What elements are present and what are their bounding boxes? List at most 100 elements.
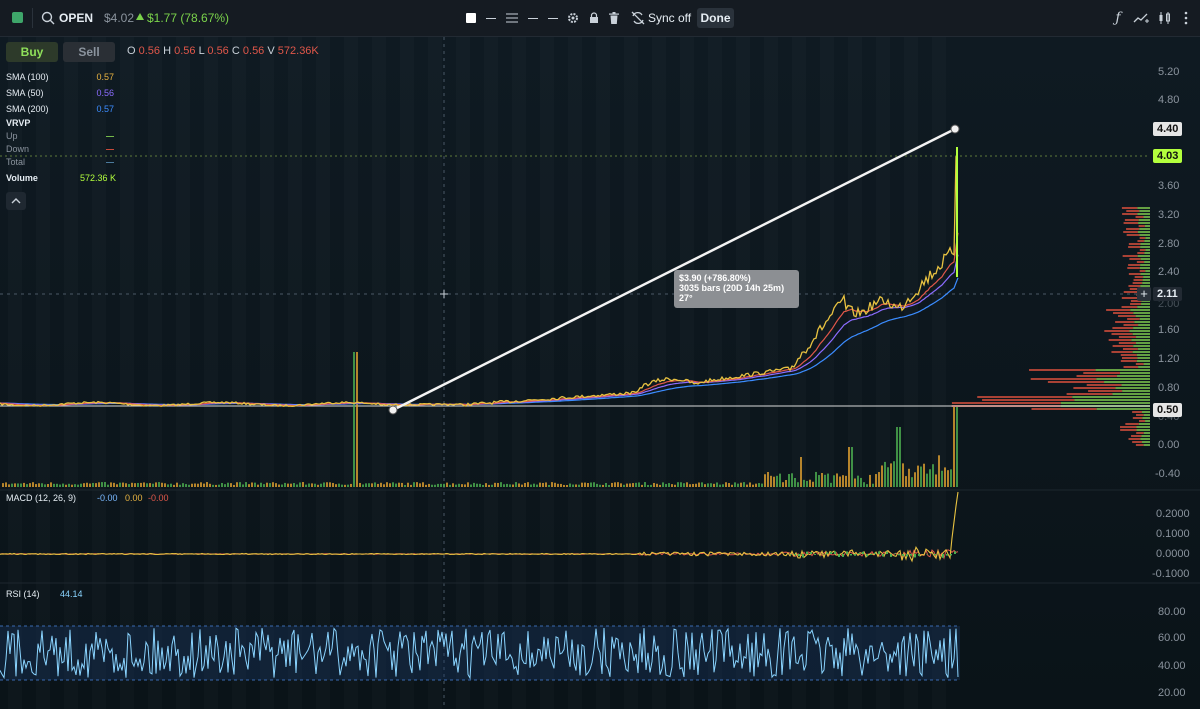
trendline-end-handle[interactable] [950, 124, 960, 134]
volume-bar [461, 484, 463, 487]
macd-histogram-bar [894, 553, 896, 554]
sma100-label[interactable]: SMA (100) [6, 72, 49, 82]
trendline-start-handle[interactable] [388, 405, 398, 415]
volume-bar [404, 484, 406, 487]
vrvp-down-bar [1135, 363, 1144, 365]
volume-bar [338, 483, 340, 487]
volume-bar [380, 482, 382, 487]
volume-bar [320, 483, 322, 487]
volume-bar [794, 477, 796, 487]
chart-type-icon[interactable] [1157, 9, 1173, 27]
volume-bar [47, 483, 49, 487]
volume-bar [845, 475, 847, 487]
price-chart[interactable] [0, 37, 1200, 709]
vrvp-up-bar [1140, 264, 1150, 266]
volume-bar [428, 483, 430, 487]
session-stripe [176, 37, 190, 709]
volume-bar [821, 472, 823, 487]
ohlc-open: 0.56 [138, 45, 161, 57]
axis-label-0.00: 0.00 [1158, 439, 1180, 451]
sma200-label[interactable]: SMA (200) [6, 104, 49, 114]
ohlc-volume: 572.36K [277, 45, 319, 57]
trash-icon[interactable] [607, 9, 621, 27]
volume-bar [935, 474, 937, 487]
vrvp-label[interactable]: VRVP [6, 118, 30, 128]
sell-button[interactable]: Sell [63, 42, 115, 62]
macd-axis-0.1: 0.1000 [1156, 528, 1190, 540]
axis-label-1.60: 1.60 [1158, 324, 1180, 336]
volume-bar [116, 484, 118, 487]
volume-bar [59, 484, 61, 487]
vrvp-up-bar [1133, 312, 1150, 314]
volume-label[interactable]: Volume [6, 173, 38, 183]
ohlc-high: 0.56 [174, 45, 196, 57]
vrvp-down-bar [1086, 384, 1122, 386]
line-style-icon[interactable] [505, 9, 519, 27]
session-stripe [288, 37, 302, 709]
search-icon[interactable] [40, 9, 56, 27]
volume-bar [884, 461, 886, 487]
macd-histogram-bar [834, 551, 836, 554]
volume-bar [395, 483, 397, 487]
vrvp-down-bar [1128, 246, 1141, 248]
vrvp-up-bar [1138, 366, 1150, 368]
vrvp-up-bar [1144, 240, 1150, 242]
volume-bar [329, 482, 331, 487]
volume-bar [611, 482, 613, 487]
volume-bar [659, 484, 661, 487]
volume-bar [755, 483, 757, 487]
app-icon[interactable] [12, 12, 23, 23]
vrvp-up-bar [1137, 348, 1150, 350]
symbol-label[interactable]: OPEN [59, 0, 93, 36]
volume-bar [623, 484, 625, 487]
lock-icon[interactable] [587, 9, 601, 27]
sync-off-icon[interactable] [630, 9, 646, 27]
function-icon[interactable]: ƒ [1110, 9, 1126, 27]
volume-bar [644, 482, 646, 487]
done-button[interactable]: Done [697, 8, 734, 28]
sync-off-button[interactable]: Sync off [648, 0, 691, 36]
volume-bar [419, 483, 421, 487]
vrvp-up-bar [1138, 324, 1150, 326]
rsi-label[interactable]: RSI (14) [6, 589, 40, 599]
volume-bar [848, 447, 850, 487]
more-icon[interactable] [1180, 9, 1192, 27]
separator [32, 8, 33, 28]
volume-bar [341, 484, 343, 487]
volume-bar [836, 473, 838, 487]
macd-histogram-bar [798, 554, 800, 557]
sma50-label[interactable]: SMA (50) [6, 88, 44, 98]
vrvp-up-bar [1119, 372, 1150, 374]
volume-bar [680, 482, 682, 487]
volume-bar [536, 484, 538, 487]
volume-bar [710, 483, 712, 487]
volume-bar [950, 469, 952, 487]
macd-histogram-bar [890, 554, 892, 557]
indicator-icon[interactable] [1132, 9, 1150, 27]
cursor-price-tag: 2.11 [1153, 287, 1182, 301]
volume-bar [110, 482, 112, 487]
macd-label[interactable]: MACD (12, 26, 9) [6, 493, 76, 503]
add-alert-button[interactable]: + [1137, 287, 1151, 301]
line-width-thin-icon[interactable] [484, 9, 498, 27]
volume-bar [677, 482, 679, 487]
collapse-legend-button[interactable] [6, 192, 26, 210]
volume-bar [17, 483, 19, 487]
settings-icon[interactable] [566, 9, 580, 27]
volume-bar [299, 482, 301, 487]
volume-bar [161, 482, 163, 487]
volume-bar [128, 484, 130, 487]
vrvp-down-bar [1136, 261, 1145, 263]
color-square-icon[interactable] [463, 9, 479, 27]
vrvp-up-bar [1096, 408, 1150, 410]
vrvp-down-bar [1122, 348, 1138, 350]
volume-bar [857, 475, 859, 487]
macd-histogram-bar [942, 554, 944, 558]
line-dash-icon[interactable] [526, 9, 540, 27]
volume-bar [842, 475, 844, 487]
extend-line-icon[interactable] [546, 9, 560, 27]
volume-bar [617, 482, 619, 487]
vrvp-down-bar [1115, 321, 1135, 323]
volume-bar [221, 483, 223, 487]
buy-button[interactable]: Buy [6, 42, 58, 62]
